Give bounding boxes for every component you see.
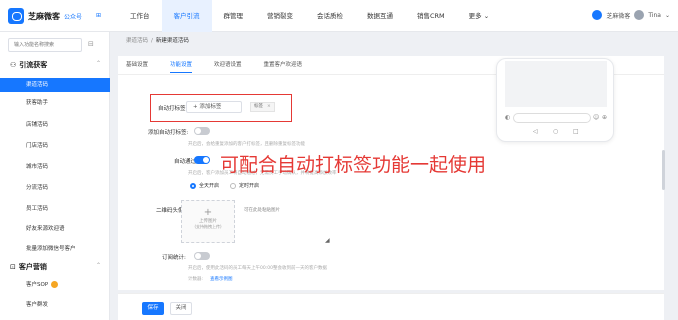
sidebar-group-label: 引流获客 (19, 61, 48, 69)
radio-label: 全天开启 (199, 183, 220, 189)
counter-label: 计数器: (188, 277, 204, 282)
back-icon: ◁ (533, 128, 538, 135)
subscription-stat-label: 订阅统计: (162, 255, 186, 261)
tab-function-settings[interactable]: 功能设置 (170, 60, 193, 73)
logo-icon (8, 8, 24, 24)
tab-basic-settings[interactable]: 基础设置 (126, 60, 148, 73)
radio-scheduled[interactable]: 定时开启 (230, 182, 259, 189)
repeat-tag-hint: 开启后，会给重复添加的客户打标签，且删除重复标签功能 (188, 142, 305, 147)
user-name: Tina (648, 11, 661, 19)
nav-more[interactable]: 更多 (457, 0, 502, 32)
paste-hint: 可在此处粘贴图片 (244, 208, 280, 213)
resize-handle-icon[interactable]: ◢ (325, 237, 330, 244)
sidebar-item-staff-code[interactable]: 员工活码 (0, 202, 110, 216)
radio-checked-icon (190, 182, 196, 189)
annotation-text: 可配合自动打标签功能一起使用 (220, 154, 487, 176)
user-menu[interactable]: 芝麻微客 Tina ⌄ (592, 10, 670, 20)
nav-group-management[interactable]: 群管理 (212, 0, 256, 32)
search-input[interactable] (8, 38, 82, 52)
repeat-tag-toggle[interactable] (194, 127, 210, 135)
add-icon: ⊕ (602, 114, 608, 121)
sidebar: ⊟ ⚇引流获客 ⌃ 渠道活码 获客助手 店铺活码 门店活码 城市活码 分流活码 … (0, 32, 110, 320)
chevron-down-icon: ⌄ (664, 11, 670, 19)
official-account-link[interactable]: 公众号 (64, 12, 82, 21)
collapse-icon[interactable]: ⊟ (88, 40, 94, 48)
phone-preview: ◐ ☺ ⊕ ◁ ○ □ (496, 58, 614, 142)
scrollbar[interactable] (662, 150, 665, 190)
phone-input-bar (513, 113, 591, 123)
image-upload-area[interactable]: + 上传图片 (支持拖拽上传) (181, 200, 235, 243)
sidebar-item-city-code[interactable]: 城市活码 (0, 160, 110, 174)
sidebar-item-label: 客户SOP (26, 282, 49, 288)
sidebar-group-lead-gen[interactable]: ⚇ 引流获客 (10, 60, 47, 70)
auto-tag-label: 自动打标签: (158, 106, 188, 112)
company-name: 芝麻微客 (606, 12, 631, 20)
nav-workbench[interactable]: 工作台 (118, 0, 162, 32)
tab-welcome-settings[interactable]: 欢迎语设置 (214, 60, 242, 73)
sidebar-item-acquisition-assistant[interactable]: 获客助手 (0, 96, 110, 110)
recent-apps-icon: □ (573, 128, 579, 135)
emoji-icon: ☺ (593, 114, 600, 121)
sidebar-item-customer-broadcast[interactable]: 客户群发 (0, 298, 110, 312)
sidebar-item-split-code[interactable]: 分流活码 (0, 181, 110, 195)
tag-chip-label: 标签 (254, 104, 263, 109)
sidebar-item-batch-add[interactable]: 批量添加微信号客户 (0, 242, 110, 256)
main-nav: 工作台 客户引流 群管理 营销裂变 会话质检 数据互通 销售CRM 更多 (118, 0, 501, 32)
hot-badge-icon (51, 281, 59, 288)
nav-session-inspection[interactable]: 会话质检 (305, 0, 355, 32)
breadcrumb-parent[interactable]: 渠道活码 (126, 38, 148, 44)
upload-subtitle: (支持拖拽上传) (194, 224, 222, 229)
nav-customer-acquisition[interactable]: 客户引流 (161, 0, 212, 32)
breadcrumb-separator: / (151, 38, 153, 44)
top-navigation-bar: 芝麻微客 公众号 ⊞ 工作台 客户引流 群管理 营销裂变 会话质检 数据互通 销… (0, 0, 678, 32)
grid-icon[interactable]: ⊞ (96, 12, 101, 19)
close-icon[interactable]: × (267, 104, 271, 109)
radio-label: 定时开启 (239, 183, 260, 189)
tab-reset-welcome[interactable]: 重置客户欢迎语 (264, 60, 303, 73)
sidebar-item-channel-code[interactable]: 渠道活码 (0, 78, 110, 92)
tag-chip[interactable]: 标签 × (250, 102, 275, 112)
breadcrumb: 渠道活码 / 新建渠道活码 (126, 36, 189, 44)
users-icon: ⚇ (10, 61, 17, 69)
close-button[interactable]: 关闭 (170, 302, 192, 315)
nav-sales-crm[interactable]: 销售CRM (405, 0, 457, 32)
sidebar-group-label: 客户营销 (18, 263, 47, 271)
breadcrumb-current: 新建渠道活码 (155, 38, 189, 44)
subscription-stat-toggle[interactable] (194, 252, 210, 260)
brand-name: 芝麻微客 (28, 12, 60, 21)
add-tag-button[interactable]: + 添加标签 (186, 101, 242, 113)
auto-pass-toggle[interactable] (194, 156, 210, 164)
sidebar-item-shop-code[interactable]: 门店活码 (0, 139, 110, 153)
marketing-icon: ⊡ (10, 263, 16, 271)
company-logo-icon (592, 10, 603, 20)
view-example-link[interactable]: 查看示例图 (210, 276, 233, 282)
chevron-up-icon[interactable]: ⌃ (96, 262, 101, 269)
nav-data-sync[interactable]: 数据互通 (355, 0, 405, 32)
voice-icon: ◐ (505, 114, 511, 121)
radio-all-day[interactable]: 全天开启 (190, 182, 219, 189)
save-button[interactable]: 保存 (142, 302, 164, 315)
radio-unchecked-icon (230, 182, 236, 189)
sidebar-item-store-code[interactable]: 店铺活码 (0, 118, 110, 132)
sidebar-group-customer-marketing[interactable]: ⊡ 客户营销 (10, 262, 47, 272)
settings-tabs: 基础设置 功能设置 欢迎语设置 重置客户欢迎语 (126, 60, 302, 73)
sidebar-item-friend-welcome[interactable]: 好友来源欢迎语 (0, 222, 110, 236)
nav-marketing-fission[interactable]: 营销裂变 (255, 0, 305, 32)
home-icon: ○ (553, 128, 559, 135)
chevron-up-icon[interactable]: ⌃ (96, 60, 101, 67)
footer-bar: 保存 关闭 (118, 293, 664, 320)
avatar (634, 10, 645, 20)
phone-screen (505, 61, 607, 107)
subscription-stat-hint: 开启后，使用此活码的员工每天上午00:00整会收到前一天的客户数据 (188, 266, 327, 271)
repeat-tag-label: 添加自动打标签: (148, 130, 189, 136)
sidebar-item-customer-sop[interactable]: 客户SOP (0, 278, 110, 292)
plus-icon: + (203, 207, 213, 218)
